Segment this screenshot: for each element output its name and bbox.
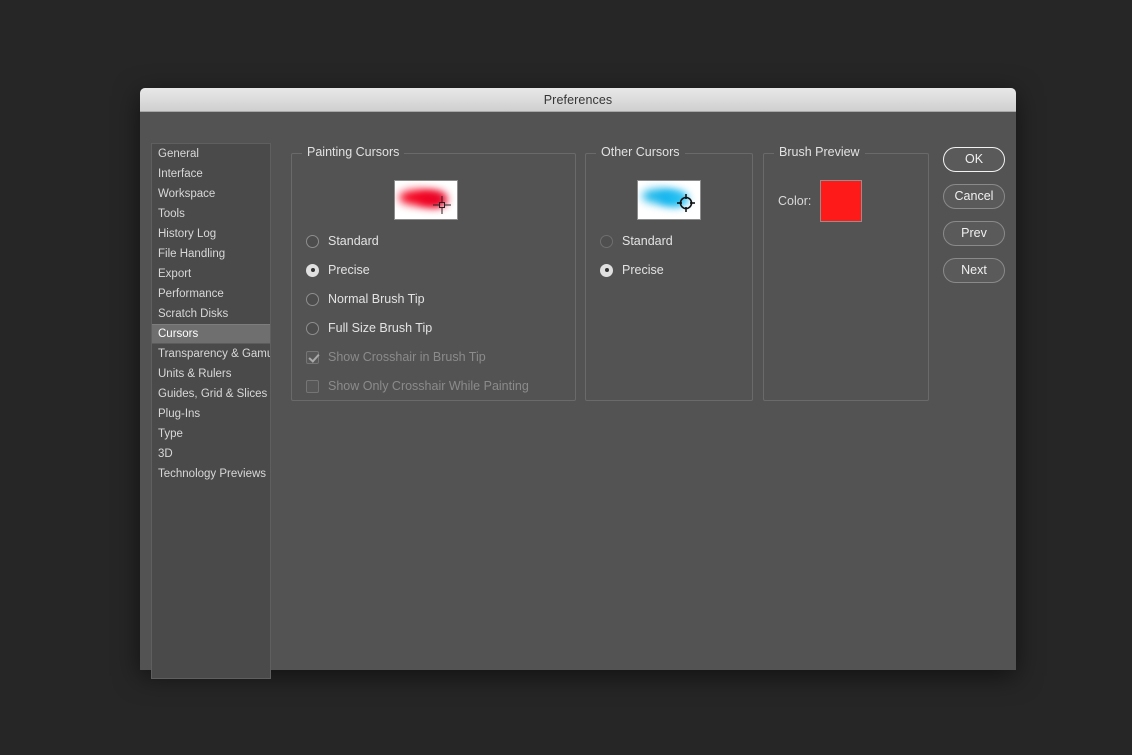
radio-indicator[interactable] [306,263,319,277]
painting-cursor-option-normal-brush-tip[interactable]: Normal Brush Tip [306,292,425,306]
sidebar-item-export[interactable]: Export [152,264,270,284]
color-swatch[interactable] [820,180,863,222]
radio-indicator[interactable] [306,292,319,306]
checkbox-show-crosshair-in-brush-tip: Show Crosshair in Brush Tip [306,350,486,364]
sidebar-item-guides-grid-slices[interactable]: Guides, Grid & Slices [152,384,270,404]
brush-preview-legend: Brush Preview [774,145,865,159]
painting-cursor-option-full-size-brush-tip[interactable]: Full Size Brush Tip [306,321,432,335]
sidebar-item-type[interactable]: Type [152,424,270,444]
checkbox-label: Show Only Crosshair While Painting [328,379,529,393]
option-label: Full Size Brush Tip [328,321,433,335]
sidebar-item-file-handling[interactable]: File Handling [152,244,270,264]
sidebar-item-tools[interactable]: Tools [152,204,270,224]
preferences-category-list[interactable]: General Interface Workspace Tools History Lo… [151,143,271,679]
checkbox-label: Show Crosshair in Brush Tip [328,350,486,364]
brush-preview-group: Brush Preview Color: [763,145,929,401]
brush-preview-color-row: Color: [778,180,863,222]
sidebar-item-general[interactable]: General [152,144,270,164]
next-button[interactable]: Next [943,258,1005,283]
checkbox-indicator [306,379,319,393]
checkbox-show-only-crosshair-while-painting: Show Only Crosshair While Painting [306,379,529,393]
sidebar-item-transparency-gamut[interactable]: Transparency & Gamut [152,344,270,364]
sidebar-item-history-log[interactable]: History Log [152,224,270,244]
cancel-button[interactable]: Cancel [943,184,1005,209]
other-cursor-preview-thumbnail [637,180,701,220]
radio-indicator[interactable] [306,321,319,335]
radio-indicator[interactable] [600,234,613,248]
sidebar-item-scratch-disks[interactable]: Scratch Disks [152,304,270,324]
radio-indicator[interactable] [306,234,319,248]
painting-cursor-option-standard[interactable]: Standard [306,234,379,248]
option-label: Precise [622,263,664,277]
ok-button[interactable]: OK [943,147,1005,172]
sidebar-item-performance[interactable]: Performance [152,284,270,304]
sidebar-item-3d[interactable]: 3D [152,444,270,464]
checkbox-indicator [306,350,319,364]
painting-cursor-preview-thumbnail [394,180,458,220]
option-label: Normal Brush Tip [328,292,425,306]
other-cursor-option-standard[interactable]: Standard [600,234,673,248]
painting-cursor-option-precise[interactable]: Precise [306,263,370,277]
prev-button[interactable]: Prev [943,221,1005,246]
option-label: Precise [328,263,370,277]
option-label: Standard [622,234,673,248]
sidebar-item-technology-previews[interactable]: Technology Previews [152,464,270,484]
sidebar-item-interface[interactable]: Interface [152,164,270,184]
dialog-button-column: OK Cancel Prev Next [943,147,1005,295]
other-cursors-group: Other Cursors Standard Precise [585,145,753,401]
preferences-dialog: Preferences General Interface Workspace Too… [140,88,1016,679]
dialog-title: Preferences [543,92,613,107]
sidebar-item-plug-ins[interactable]: Plug-Ins [152,404,270,424]
radio-indicator[interactable] [600,263,613,277]
painting-cursors-group: Painting Cursors Standard Precise Normal… [291,145,576,401]
dialog-body: General Interface Workspace Tools History Lo… [140,112,1016,679]
sidebar-item-workspace[interactable]: Workspace [152,184,270,204]
other-cursor-option-precise[interactable]: Precise [600,263,664,277]
target-crosshair-icon [677,194,695,212]
precise-crosshair-icon [433,196,451,214]
other-cursors-legend: Other Cursors [596,145,685,159]
option-label: Standard [328,234,379,248]
color-label: Color: [778,194,812,208]
sidebar-item-cursors[interactable]: Cursors [152,324,270,344]
painting-cursors-legend: Painting Cursors [302,145,405,159]
sidebar-item-units-rulers[interactable]: Units & Rulers [152,364,270,384]
dialog-titlebar[interactable]: Preferences [140,88,1016,112]
